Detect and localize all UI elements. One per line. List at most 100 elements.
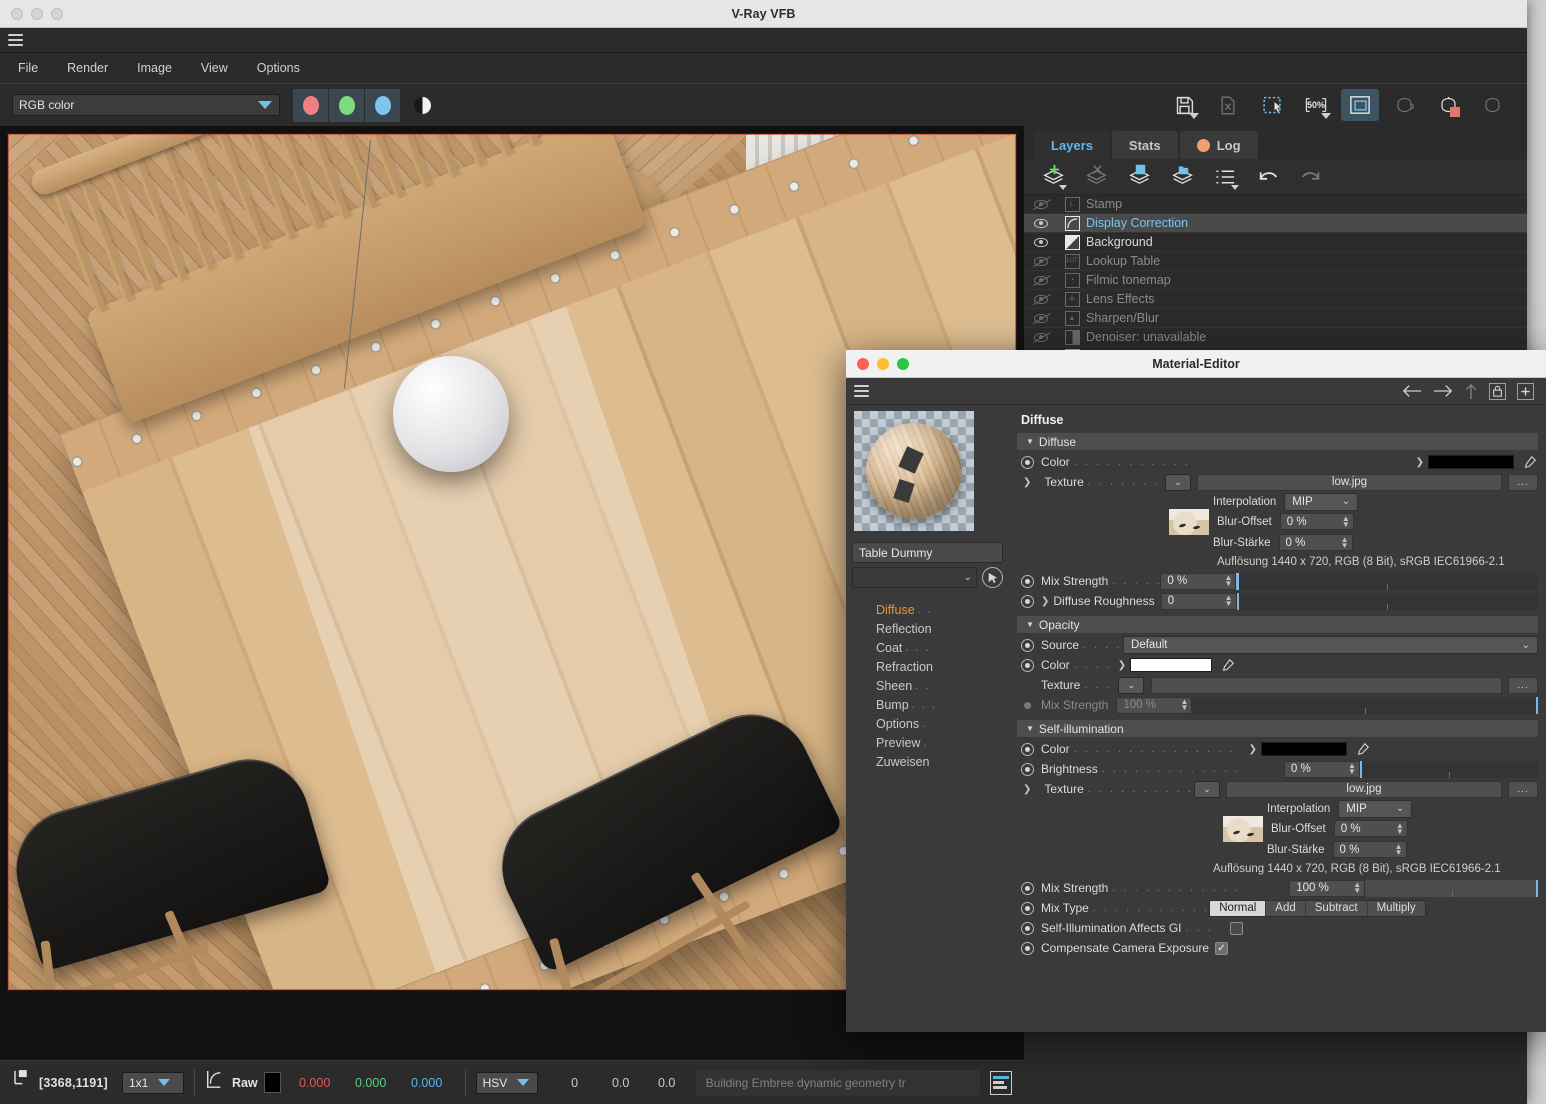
diffuse-color-swatch[interactable]: [1428, 455, 1514, 469]
clear-image-icon[interactable]: [1209, 89, 1247, 121]
vfb-maximize-button[interactable]: [51, 7, 63, 20]
nav-sheen[interactable]: Sheen . .: [852, 676, 1003, 695]
eyedropper-icon[interactable]: [1355, 741, 1371, 757]
selfillum-texture-browse-button[interactable]: ...: [1508, 780, 1538, 798]
vfb-close-button[interactable]: [11, 7, 23, 20]
nav-diffuse[interactable]: Diffuse . .: [852, 600, 1003, 619]
green-channel-button[interactable]: [329, 88, 364, 122]
zoom-ratio-select[interactable]: 1x1: [121, 1071, 184, 1094]
diffuse-roughness-input[interactable]: 0 ▲ ▼: [1160, 592, 1237, 610]
material-pick-icon[interactable]: [982, 567, 1003, 588]
mix-type-subtract[interactable]: Subtract: [1305, 900, 1368, 916]
selfillum-color-swatch[interactable]: [1261, 742, 1348, 756]
selfillum-brightness-slider[interactable]: [1359, 760, 1539, 778]
override-toggle[interactable]: [1021, 921, 1034, 935]
fit-to-window-icon[interactable]: [1341, 89, 1379, 121]
menu-options[interactable]: Options: [257, 61, 300, 75]
lock-icon[interactable]: [1489, 382, 1506, 400]
layer-row-background[interactable]: Background: [1024, 233, 1527, 252]
section-header-self-illumination[interactable]: ▼ Self-illumination: [1017, 720, 1538, 737]
save-layers-button[interactable]: [1124, 164, 1154, 190]
render-last-icon[interactable]: [1385, 89, 1423, 121]
material-name-field[interactable]: Table Dummy: [852, 542, 1003, 563]
override-toggle[interactable]: [1021, 742, 1034, 756]
layer-visibility-toggle[interactable]: [1024, 199, 1058, 209]
menu-view[interactable]: View: [201, 61, 228, 75]
override-toggle[interactable]: [1021, 881, 1034, 895]
selfillum-affects-gi-checkbox[interactable]: [1229, 921, 1243, 935]
diffuse-interpolation-select[interactable]: MIP ⌄: [1284, 492, 1359, 511]
forward-arrow-icon[interactable]: [1433, 384, 1453, 398]
selfillum-texture-path[interactable]: low.jpg: [1226, 780, 1502, 798]
layer-visibility-toggle[interactable]: [1024, 237, 1058, 247]
compensate-camera-exposure-checkbox[interactable]: ✓: [1215, 941, 1229, 955]
override-toggle[interactable]: [1021, 574, 1034, 588]
render-icon[interactable]: [1429, 89, 1467, 121]
expand-icon[interactable]: ❯: [1023, 784, 1031, 795]
section-header-diffuse[interactable]: ▼ Diffuse: [1017, 433, 1538, 450]
material-preview-sphere[interactable]: [854, 411, 974, 531]
stop-render-icon[interactable]: [1473, 89, 1511, 121]
override-toggle[interactable]: [1021, 941, 1034, 955]
layer-visibility-toggle[interactable]: [1024, 332, 1058, 342]
nav-options[interactable]: Options .: [852, 714, 1003, 733]
override-toggle[interactable]: [1021, 901, 1034, 915]
layer-row-display-correction[interactable]: Display Correction: [1024, 214, 1527, 233]
opacity-texture-path[interactable]: [1151, 676, 1502, 694]
opacity-color-swatch[interactable]: [1130, 658, 1213, 672]
channel-select[interactable]: RGB color: [12, 94, 280, 116]
layer-presets-button[interactable]: [1210, 164, 1240, 190]
opacity-texture-type-select[interactable]: ⌄: [1118, 676, 1145, 694]
load-layers-button[interactable]: [1167, 164, 1197, 190]
tab-log[interactable]: Log: [1179, 131, 1258, 159]
mix-type-multiply[interactable]: Multiply: [1367, 900, 1425, 916]
tab-stats[interactable]: Stats: [1111, 131, 1178, 159]
expand-icon[interactable]: ❯: [1249, 744, 1257, 755]
diffuse-blur-offset-input[interactable]: 0 % ▲ ▼: [1279, 513, 1354, 530]
red-channel-button[interactable]: [293, 88, 328, 122]
pixel-lock-icon[interactable]: [12, 1069, 29, 1096]
opacity-mix-strength-input[interactable]: 100 % ▲ ▼: [1116, 696, 1193, 714]
diffuse-mix-strength-input[interactable]: 0 % ▲ ▼: [1160, 572, 1237, 590]
blue-channel-button[interactable]: [365, 88, 400, 122]
expand-icon[interactable]: ❯: [1416, 457, 1424, 468]
menu-render[interactable]: Render: [67, 61, 108, 75]
nav-preview[interactable]: Preview .: [852, 733, 1003, 752]
layer-row-stamp[interactable]: L Stamp: [1024, 195, 1527, 214]
undo-button[interactable]: [1253, 164, 1283, 190]
add-icon[interactable]: [1517, 382, 1534, 400]
override-toggle[interactable]: [1021, 638, 1034, 652]
selfillum-texture-type-select[interactable]: ⌄: [1194, 780, 1220, 798]
nav-reflection[interactable]: Reflection: [852, 619, 1003, 638]
override-toggle[interactable]: [1021, 658, 1034, 672]
nav-zuweisen[interactable]: Zuweisen: [852, 752, 1003, 771]
layer-row-sharpen-blur[interactable]: ▲ Sharpen/Blur: [1024, 309, 1527, 328]
selfillum-interpolation-select[interactable]: MIP ⌄: [1338, 799, 1413, 818]
opacity-texture-browse-button[interactable]: ...: [1508, 676, 1538, 694]
material-type-select[interactable]: ⌄: [852, 567, 977, 588]
layer-row-filmic-tonemap[interactable]: ◔ Filmic tonemap: [1024, 271, 1527, 290]
expand-icon[interactable]: ❯: [1023, 477, 1031, 488]
section-header-opacity[interactable]: ▼ Opacity: [1017, 616, 1538, 633]
mix-type-add[interactable]: Add: [1266, 900, 1306, 916]
hamburger-icon[interactable]: [8, 34, 23, 46]
vfb-window-controls[interactable]: [11, 7, 63, 20]
layer-row-lookup-table[interactable]: LUT Lookup Table: [1024, 252, 1527, 271]
selfillum-blur-strength-input[interactable]: 0 % ▲ ▼: [1332, 841, 1407, 858]
layer-visibility-toggle[interactable]: [1024, 256, 1058, 266]
diffuse-texture-browse-button[interactable]: ...: [1508, 473, 1538, 491]
color-mode-select[interactable]: HSV: [475, 1071, 538, 1094]
override-toggle[interactable]: [1021, 594, 1034, 608]
black-white-channel-icon[interactable]: [414, 96, 431, 114]
override-toggle[interactable]: [1021, 762, 1034, 776]
override-toggle[interactable]: [1021, 455, 1034, 469]
diffuse-texture-type-select[interactable]: ⌄: [1165, 473, 1191, 491]
diffuse-mix-strength-slider[interactable]: [1236, 572, 1538, 590]
redo-button[interactable]: [1296, 164, 1326, 190]
zoom-level-icon[interactable]: 50%: [1297, 89, 1335, 121]
tab-layers[interactable]: Layers: [1034, 131, 1110, 159]
opacity-mix-strength-slider[interactable]: [1192, 696, 1538, 714]
region-render-icon[interactable]: [1253, 89, 1291, 121]
menu-file[interactable]: File: [18, 61, 38, 75]
curve-tool-icon[interactable]: [205, 1069, 223, 1096]
